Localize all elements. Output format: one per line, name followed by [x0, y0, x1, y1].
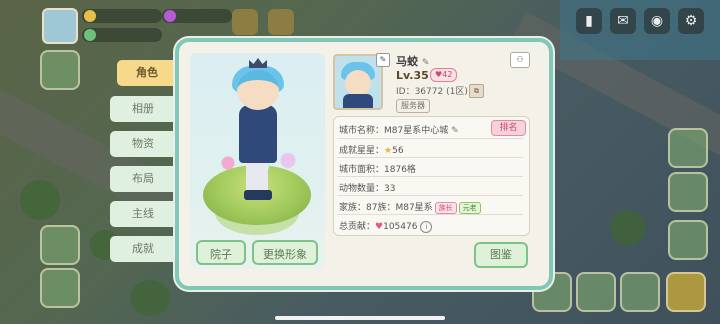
city-name-row: 城市名称：M87星系中心城 ✎	[339, 123, 459, 136]
tab-supplies[interactable]: 物资	[110, 131, 176, 157]
heart-icon: ♥	[375, 222, 384, 232]
tab-mainline[interactable]: 主线	[110, 201, 176, 227]
rank-button[interactable]: 排名	[491, 120, 526, 136]
yard-button[interactable]: 院子	[196, 240, 246, 265]
family-value: 87族：M87星系	[366, 203, 433, 213]
elder-tag: 元老	[458, 202, 481, 214]
handbook-button[interactable]: 图鉴	[474, 242, 528, 268]
gem-icon	[164, 10, 176, 22]
left-side-button[interactable]	[40, 225, 80, 265]
character-body	[239, 105, 277, 163]
leader-tag: 族长	[434, 202, 457, 214]
city-name-value: M87星系中心城	[384, 126, 449, 136]
tab-achievements[interactable]: 成就	[110, 236, 176, 262]
heart-count: 42	[442, 70, 453, 79]
character-boots	[244, 190, 272, 200]
contribution-row: 总贡献：♥105476 i	[339, 219, 433, 233]
stars-label: 成就星星：	[339, 146, 385, 156]
gem-counter	[162, 9, 232, 23]
camera-icon[interactable]: ◉	[644, 8, 670, 34]
animals-value: 33	[384, 184, 396, 194]
copy-id-icon[interactable]: ⧉	[469, 84, 484, 98]
anchor-button[interactable]	[268, 9, 294, 35]
right-side-button[interactable]	[668, 172, 708, 212]
tab-layout[interactable]: 布局	[110, 166, 176, 192]
tab-character[interactable]: 角色	[117, 60, 177, 86]
info-icon[interactable]: i	[420, 221, 433, 233]
edit-name-icon[interactable]: ✎	[422, 58, 430, 68]
coin-counter	[82, 9, 162, 23]
right-side-button[interactable]	[668, 220, 708, 260]
edit-city-icon[interactable]: ✎	[451, 126, 459, 136]
coin-icon	[84, 10, 96, 22]
avatar-suit	[343, 94, 373, 108]
avatar-face	[345, 70, 371, 96]
edit-avatar-icon[interactable]: ✎	[376, 53, 390, 67]
player-name: 马蛟 ✎	[396, 53, 429, 69]
gear-icon[interactable]: ⚙	[678, 8, 704, 34]
row-divider	[337, 176, 523, 177]
stars-value: 56	[392, 146, 404, 156]
mail-icon[interactable]: ✉	[610, 8, 636, 34]
player-name-text: 马蛟	[396, 55, 418, 68]
home-indicator	[275, 316, 445, 320]
area-value: 1876格	[384, 165, 416, 175]
energy-counter	[82, 28, 162, 42]
area-row: 城市面积：1876格	[339, 162, 416, 175]
book-icon[interactable]: ▮	[576, 8, 602, 34]
animals-label: 动物数量：	[339, 184, 385, 194]
change-look-button[interactable]: 更换形象	[252, 240, 318, 265]
server-tag[interactable]: 服务器	[396, 99, 430, 113]
row-divider	[337, 157, 523, 158]
bottom-bar-button[interactable]	[620, 272, 660, 312]
heart-badge: ♥42	[430, 68, 458, 82]
player-id: ID：36772 (1区)	[396, 87, 468, 97]
left-side-button[interactable]	[40, 268, 80, 308]
bottom-bar-button[interactable]	[666, 272, 706, 312]
left-side-button[interactable]	[40, 50, 80, 90]
stars-row: 成就星星：★56	[339, 143, 404, 156]
area-label: 城市面积：	[339, 165, 385, 175]
family-row: 家族：87族：M87星系 族长 元老	[339, 200, 481, 214]
animals-row: 动物数量：33	[339, 181, 395, 194]
character-head	[237, 70, 279, 110]
trophy-button[interactable]	[232, 9, 258, 35]
row-divider	[337, 214, 523, 215]
tab-album[interactable]: 相册	[110, 96, 176, 122]
player-level: Lv.35	[396, 69, 429, 82]
energy-icon	[84, 29, 96, 41]
add-friend-icon[interactable]: ⚇	[510, 52, 530, 68]
star-icon: ★	[384, 146, 393, 156]
city-name-label: 城市名称：	[339, 126, 385, 136]
player-avatar-hud[interactable]	[42, 8, 78, 44]
contribution-label: 总贡献：	[339, 222, 376, 232]
row-divider	[337, 195, 523, 196]
bottom-bar-button[interactable]	[576, 272, 616, 312]
row-divider	[337, 138, 523, 139]
right-side-button[interactable]	[668, 128, 708, 168]
contribution-value: 105476	[383, 222, 418, 232]
family-label: 家族：	[339, 203, 367, 213]
